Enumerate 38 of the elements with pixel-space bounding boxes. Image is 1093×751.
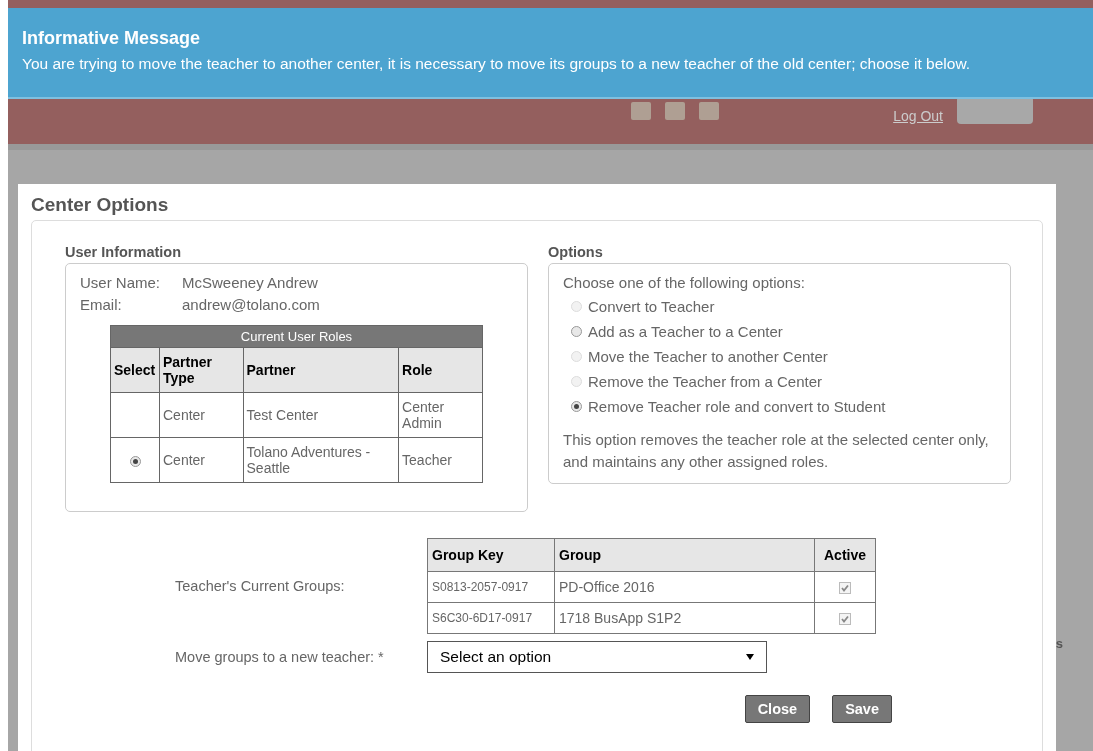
field-label: Email: — [80, 296, 123, 313]
table-cell: Tolano Adventures - Seattle — [243, 437, 399, 483]
logout-link[interactable]: Log Out — [893, 108, 943, 124]
background-text: s — [1055, 636, 1063, 651]
teacher-dropdown[interactable]: Select an option — [427, 641, 767, 673]
dialog-title: Center Options — [31, 194, 170, 216]
dialog-button[interactable]: Save — [832, 695, 892, 723]
table-cell: Teacher — [398, 437, 483, 483]
option-label[interactable]: Remove Teacher role and convert to Student — [588, 398, 886, 415]
column-header: Select — [110, 347, 160, 393]
table-cell: Test Center — [243, 392, 399, 438]
section-heading: User Information — [65, 244, 182, 260]
column-header: Active — [814, 538, 876, 572]
table-cell: Center Admin — [398, 392, 483, 438]
dialog-button[interactable]: Close — [744, 695, 811, 723]
table-cell: S0813-2057-0917 — [427, 571, 555, 603]
column-header: Group Key — [427, 538, 555, 572]
field-value: McSweeney Andrew — [182, 274, 318, 291]
field-label: User Name: — [80, 274, 162, 291]
banner-title: Informative Message — [22, 28, 202, 49]
banner-message: You are trying to move the teacher to another center, it is necessary to move its groups to a new teacher of the old center; choose it below. — [22, 55, 972, 73]
options-prompt: Choose one of the following options: — [563, 274, 806, 291]
column-header: Partner Type — [159, 347, 243, 393]
table-cell: Center — [159, 392, 243, 438]
column-header: Role — [398, 347, 483, 393]
table-cell: PD-Office 2016 — [554, 571, 815, 603]
table-cell: 1718 BusApp S1P2 — [554, 602, 815, 634]
field-label: Move groups to a new teacher: * — [175, 649, 385, 665]
field-label: Teacher's Current Groups: — [175, 578, 346, 594]
option-label[interactable]: Add as a Teacher to a Center — [588, 323, 783, 340]
column-header: Group — [554, 538, 815, 572]
table-cell: Center — [159, 437, 243, 483]
option-description: This option removes the teacher role at the selected center only, and maintains any other assigned roles. — [563, 430, 990, 472]
table-caption: Current User Roles — [110, 325, 483, 348]
section-heading: Options — [548, 244, 604, 260]
column-header: Partner — [243, 347, 399, 393]
table-cell: S6C30-6D17-0917 — [427, 602, 555, 634]
field-value: andrew@tolano.com — [182, 296, 320, 313]
